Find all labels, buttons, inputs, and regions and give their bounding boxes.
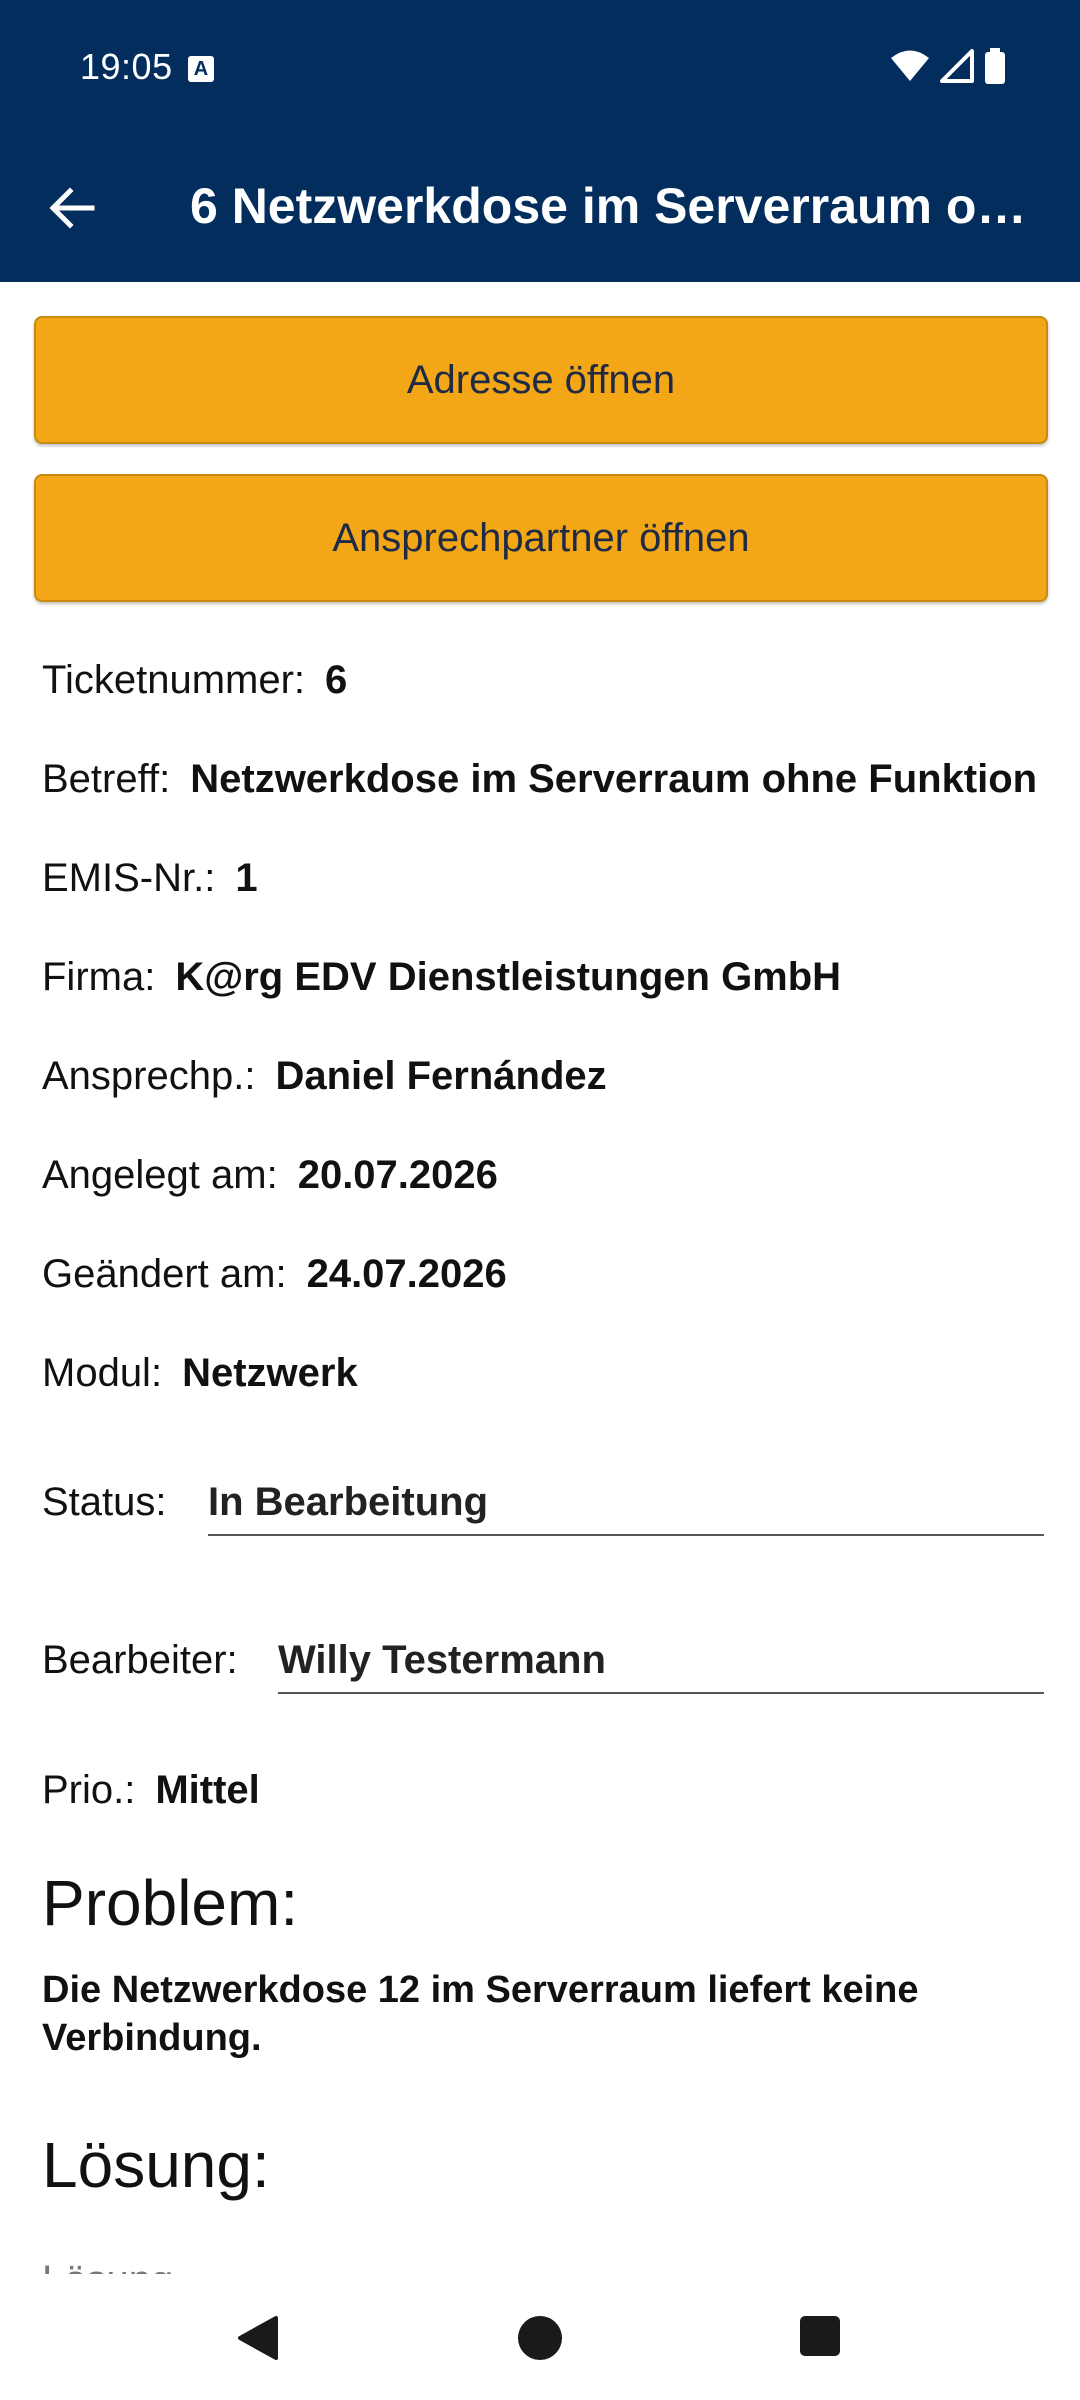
priority-value: Mittel	[155, 1768, 260, 1812]
status-label: Status:	[42, 1480, 167, 1524]
subject-value: Netzwerkdose im Serverraum ohne Funktion	[190, 757, 1038, 801]
cell-signal-icon	[940, 49, 974, 83]
contact-value: Daniel Fernández	[275, 1054, 607, 1098]
nav-home-icon[interactable]	[518, 2316, 562, 2360]
module-value: Netzwerk	[182, 1351, 358, 1395]
ticket-number-label: Ticketnummer:	[42, 658, 306, 702]
system-nav-bar	[0, 2274, 1080, 2400]
changed-value: 24.07.2026	[306, 1252, 507, 1296]
wifi-icon	[891, 50, 929, 81]
nav-back-icon[interactable]	[236, 2314, 280, 2362]
created-value: 20.07.2026	[297, 1153, 498, 1197]
editor-input[interactable]: Willy Testermann	[278, 1632, 1044, 1694]
app-bar: 6 Netzwerkdose im Serverraum ohne Funkti…	[0, 136, 1080, 282]
ticket-number-value: 6	[325, 658, 348, 702]
editor-label: Bearbeiter:	[42, 1638, 238, 1682]
solution-heading: Lösung:	[42, 2129, 270, 2201]
open-contact-button[interactable]: Ansprechpartner öffnen	[34, 474, 1048, 602]
priority-row: Prio.: Mittel	[42, 1768, 260, 1813]
problem-text: Die Netzwerkdose 12 im Serverraum liefer…	[42, 1969, 919, 2059]
emis-row: EMIS-Nr.: 1	[42, 856, 258, 901]
module-label: Modul:	[42, 1351, 163, 1395]
contact-row: Ansprechp.: Daniel Fernández	[42, 1054, 607, 1099]
module-row: Modul: Netzwerk	[42, 1351, 358, 1396]
arrow-left-icon[interactable]	[44, 180, 100, 236]
status-bar: 19:05 A	[0, 0, 1080, 136]
page-title: 6 Netzwerkdose im Serverraum ohne Funkti…	[190, 178, 1030, 234]
emis-value: 1	[235, 856, 258, 900]
company-label: Firma:	[42, 955, 156, 999]
open-address-button[interactable]: Adresse öffnen	[34, 316, 1048, 444]
company-row: Firma: K@rg EDV Dienstleistungen GmbH	[42, 955, 841, 1000]
ticket-number-row: Ticketnummer: 6	[42, 658, 347, 703]
subject-row: Betreff: Netzwerkdose im Serverraum ohne …	[42, 757, 1037, 802]
created-row: Angelegt am: 20.07.2026	[42, 1153, 498, 1198]
contact-label: Ansprechp.:	[42, 1054, 256, 1098]
priority-label: Prio.:	[42, 1768, 136, 1812]
changed-label: Geändert am:	[42, 1252, 287, 1296]
notification-a-icon: A	[188, 56, 214, 82]
subject-label: Betreff:	[42, 757, 171, 801]
status-time: 19:05	[80, 46, 173, 87]
created-label: Angelegt am:	[42, 1153, 278, 1197]
nav-recents-icon[interactable]	[800, 2316, 840, 2356]
company-value: K@rg EDV Dienstleistungen GmbH	[175, 955, 842, 999]
problem-heading: Problem:	[42, 1867, 299, 1939]
emis-label: EMIS-Nr.:	[42, 856, 216, 900]
status-icons	[890, 48, 1006, 84]
changed-row: Geändert am: 24.07.2026	[42, 1252, 507, 1297]
battery-icon	[985, 48, 1005, 84]
status-input[interactable]: In Bearbeitung	[208, 1474, 1044, 1536]
